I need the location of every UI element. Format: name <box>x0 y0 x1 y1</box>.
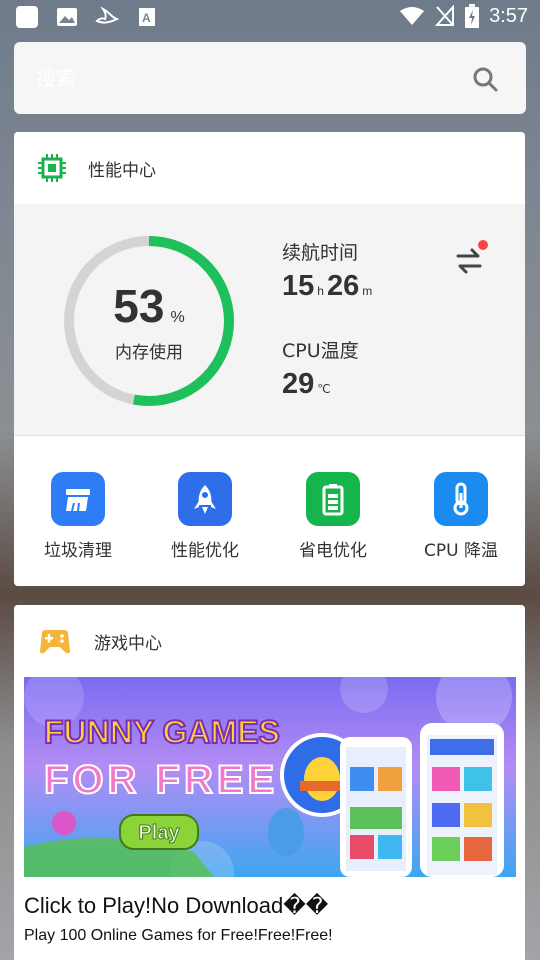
tool-junk-clean[interactable]: 垃圾清理 <box>14 472 142 561</box>
tool-power-saving[interactable]: 省电优化 <box>269 472 397 561</box>
hours-unit: h <box>317 284 324 298</box>
signal-icon <box>435 5 455 26</box>
battery-icon <box>465 4 480 28</box>
broom-icon <box>51 472 105 526</box>
ad-title[interactable]: Click to Play!No Download�� <box>24 893 328 919</box>
game-center-title: 游戏中心 <box>94 633 162 654</box>
app-icon <box>14 6 40 28</box>
battery-life-value: 15 h 26 m <box>282 270 375 303</box>
cpu-temp-value: 29 ℃ <box>282 368 334 401</box>
bird-icon <box>94 6 120 28</box>
system-status: 3:57 <box>399 4 528 28</box>
ad-subtitle: Play 100 Online Games for Free!Free!Free… <box>24 927 333 944</box>
tool-label: 省电优化 <box>299 541 367 561</box>
swap-icon[interactable] <box>454 246 484 276</box>
banner-line2: FOR FREE <box>44 758 278 802</box>
search-input[interactable] <box>36 64 456 92</box>
tool-cpu-cooling[interactable]: CPU 降温 <box>397 472 525 561</box>
performance-header[interactable]: 性能中心 <box>14 132 525 204</box>
tool-label: 垃圾清理 <box>44 541 112 561</box>
notification-dot <box>478 240 488 250</box>
tool-label: 性能优化 <box>171 541 239 561</box>
thermometer-icon <box>434 472 488 526</box>
battery-icon <box>306 472 360 526</box>
battery-hours: 15 <box>282 270 315 302</box>
battery-minutes: 26 <box>326 270 360 302</box>
notification-icons: A <box>14 6 160 28</box>
cpu-temp-unit: ℃ <box>317 382 331 396</box>
rocket-icon <box>178 472 232 526</box>
memory-value: 53% <box>62 279 236 333</box>
clock: 3:57 <box>489 4 528 27</box>
game-center-card: 游戏中心 FUNNY GAMES FOR FREE Play Click to … <box>14 605 525 960</box>
battery-life-label: 续航时间 <box>282 242 359 264</box>
banner-play: Play <box>138 822 180 844</box>
performance-card: 性能中心 53% 内存使用 续航时间 15h26m CPU温度 29℃ <box>14 132 525 586</box>
banner-image: FUNNY GAMES FOR FREE Play <box>24 677 516 877</box>
performance-title: 性能中心 <box>88 160 156 181</box>
game-ad-banner[interactable]: FUNNY GAMES FOR FREE Play <box>24 677 516 877</box>
image-icon <box>54 6 80 28</box>
cpu-temp-number: 29 <box>282 368 315 400</box>
banner-line1: FUNNY GAMES <box>44 714 280 750</box>
wifi-icon <box>400 7 425 25</box>
game-center-header[interactable]: 游戏中心 <box>14 605 525 677</box>
tool-label: CPU 降温 <box>424 541 498 561</box>
memory-label: 内存使用 <box>115 343 183 363</box>
svg-text:A: A <box>142 11 151 25</box>
status-bar: A 3:57 <box>0 0 540 36</box>
search-bar[interactable] <box>14 42 526 114</box>
memory-unit: % <box>170 309 185 326</box>
tool-performance-optimize[interactable]: 性能优化 <box>141 472 269 561</box>
chip-icon <box>38 154 66 182</box>
memory-number: 53 <box>113 280 165 332</box>
minutes-unit: m <box>362 284 373 298</box>
search-icon[interactable] <box>472 66 498 92</box>
cpu-temp-label: CPU温度 <box>282 340 359 362</box>
text-icon: A <box>134 6 160 28</box>
performance-stats: 53% 内存使用 续航时间 15 h 26 m CPU温度 29 ℃ <box>14 204 525 436</box>
tools-row: 垃圾清理 性能优化 省电优化 CPU 降温 <box>14 436 525 586</box>
gamepad-icon <box>40 630 70 654</box>
